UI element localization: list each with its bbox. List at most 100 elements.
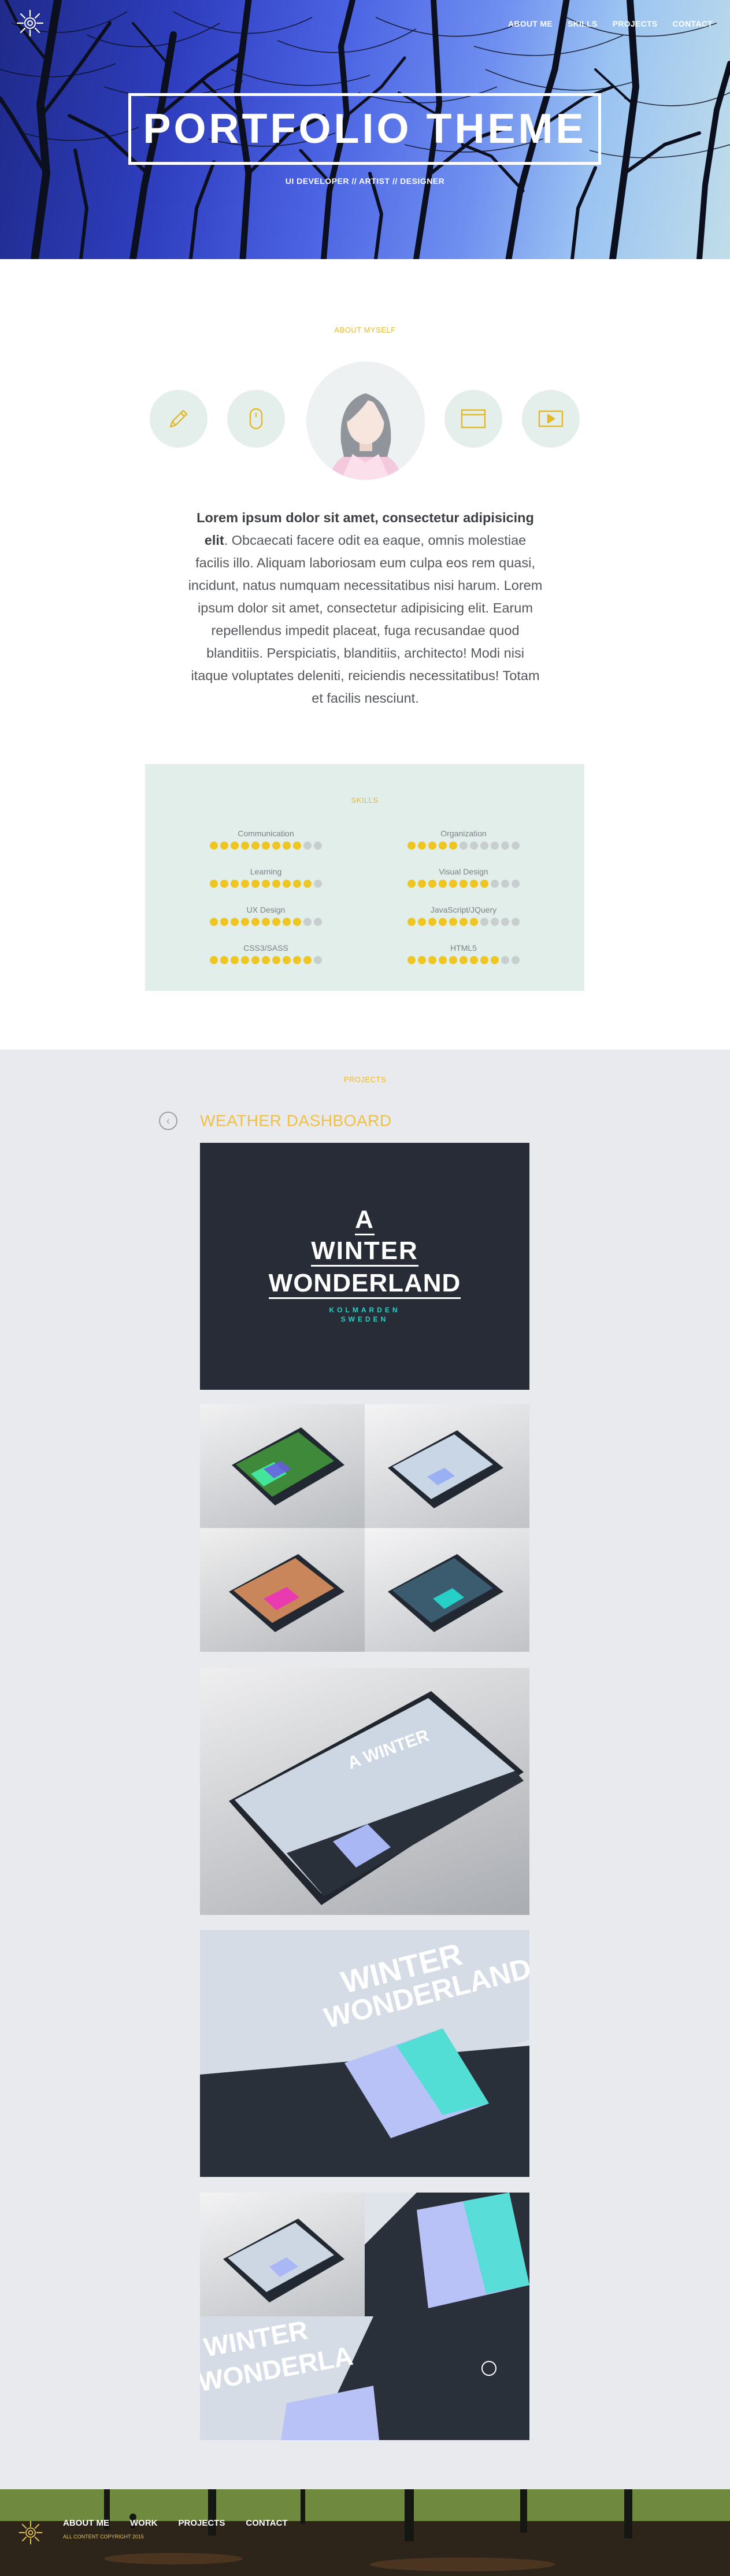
rating-dot-filled [220, 880, 228, 888]
pencil-icon [150, 390, 207, 448]
rating-dot-filled [241, 918, 249, 926]
skill-name: Learning [250, 867, 282, 876]
rating-dot-filled [460, 918, 468, 926]
rating-dot-empty [314, 956, 322, 964]
nav-skills[interactable]: SKILLS [568, 19, 598, 28]
back-arrow-button[interactable]: ‹ [159, 1112, 177, 1130]
hero-title-box: PORTFOLIO THEME [128, 93, 601, 165]
rating-dot-filled [470, 956, 478, 964]
mockup-closeup-image: WINTER WONDERLAND [200, 1930, 529, 2177]
rating-dot-filled [293, 880, 301, 888]
footer-nav-projects[interactable]: PROJECTS [179, 2518, 225, 2528]
footer-nav-contact[interactable]: CONTACT [246, 2518, 287, 2528]
skill-rating [406, 842, 521, 850]
play-icon [522, 390, 580, 448]
rating-dot-filled [418, 880, 426, 888]
rating-dot-empty [501, 842, 509, 850]
rating-dot-empty [314, 880, 322, 888]
skill-rating [208, 956, 324, 964]
mouse-icon [227, 390, 285, 448]
about-body-text: . Obcaecati facere odit ea eaque, omnis … [188, 533, 543, 706]
rating-dot-filled [231, 842, 239, 850]
skill-rating [406, 956, 521, 964]
rating-dot-filled [439, 880, 447, 888]
skill-rating [406, 918, 521, 926]
rating-dot-filled [460, 956, 468, 964]
rating-dot-empty [480, 918, 488, 926]
rating-dot-filled [210, 842, 218, 850]
skill-item: Visual Design [406, 867, 521, 888]
rating-dot-filled [220, 918, 228, 926]
rating-dot-empty [491, 918, 499, 926]
rating-dot-filled [418, 918, 426, 926]
rating-dot-empty [460, 842, 468, 850]
skill-name: Communication [238, 829, 294, 838]
rating-dot-filled [220, 956, 228, 964]
skill-rating [406, 880, 521, 888]
rating-dot-empty [512, 880, 520, 888]
rating-dot-filled [210, 956, 218, 964]
rating-dot-empty [501, 956, 509, 964]
poster-line-2: WINTER [311, 1237, 418, 1267]
rating-dot-filled [231, 880, 239, 888]
nav-contact[interactable]: CONTACT [673, 19, 713, 28]
rating-dot-filled [407, 956, 416, 964]
about-section-label: ABOUT MYSELF [334, 326, 396, 334]
nav-about-me[interactable]: ABOUT ME [508, 19, 553, 28]
rating-dot-filled [251, 880, 260, 888]
rating-dot-empty [314, 918, 322, 926]
rating-dot-empty [501, 880, 509, 888]
rating-dot-filled [251, 956, 260, 964]
hero-subtitle: UI DEVELOPER // ARTIST // DESIGNER [285, 176, 445, 186]
rating-dot-filled [407, 918, 416, 926]
rating-dot-filled [210, 918, 218, 926]
mockup-teal-image [365, 1528, 529, 1652]
rating-dot-filled [262, 918, 270, 926]
rating-dot-filled [470, 918, 478, 926]
rating-dot-empty [501, 918, 509, 926]
browser-window-icon [444, 390, 502, 448]
rating-dot-filled [303, 880, 312, 888]
rating-dot-filled [241, 842, 249, 850]
skill-item: HTML5 [406, 943, 521, 964]
mockup-bottom-left-image [200, 2193, 365, 2316]
rating-dot-filled [262, 842, 270, 850]
rating-dot-empty [491, 842, 499, 850]
rating-dot-filled [283, 956, 291, 964]
nav-projects[interactable]: PROJECTS [613, 19, 658, 28]
copyright-text: ALL CONTENT COPYRIGHT 2015 [63, 2534, 144, 2540]
rating-dot-filled [449, 842, 457, 850]
skill-item: Learning [208, 867, 324, 888]
poster-line-5: SWEDEN [340, 1315, 389, 1323]
chevron-left-icon: ‹ [166, 1114, 170, 1127]
skill-item: CSS3/SASS [208, 943, 324, 964]
rating-dot-filled [449, 918, 457, 926]
rating-dot-filled [241, 956, 249, 964]
footer-logo-icon[interactable] [17, 2519, 44, 2546]
rating-dot-filled [470, 880, 478, 888]
rating-dot-filled [220, 842, 228, 850]
rating-dot-empty [314, 842, 322, 850]
rating-dot-filled [262, 956, 270, 964]
avatar [306, 361, 425, 480]
rating-dot-filled [407, 880, 416, 888]
logo-icon[interactable] [15, 8, 45, 38]
rating-dot-filled [480, 956, 488, 964]
project-poster-image: A WINTER WONDERLAND KOLMARDEN SWEDEN [200, 1143, 529, 1390]
footer-nav-about-me[interactable]: ABOUT ME [63, 2518, 109, 2528]
rating-dot-filled [262, 880, 270, 888]
hero-header: ABOUT ME SKILLS PROJECTS CONTACT PORTFOL… [0, 0, 730, 259]
skill-rating [208, 842, 324, 850]
mockup-bottom-right-image [365, 2193, 529, 2316]
footer: ABOUT ME WORK PROJECTS CONTACT ALL CONTE… [0, 2489, 730, 2576]
rating-dot-filled [272, 842, 280, 850]
skill-item: JavaScript/JQuery [406, 905, 521, 926]
rating-dot-empty [303, 842, 312, 850]
skill-name: HTML5 [450, 943, 477, 953]
rating-dot-filled [251, 842, 260, 850]
skill-name: CSS3/SASS [243, 943, 288, 953]
rating-dot-filled [418, 956, 426, 964]
poster-line-3: WONDERLAND [268, 1269, 461, 1299]
footer-nav-work[interactable]: WORK [130, 2518, 158, 2528]
rating-dot-filled [272, 956, 280, 964]
